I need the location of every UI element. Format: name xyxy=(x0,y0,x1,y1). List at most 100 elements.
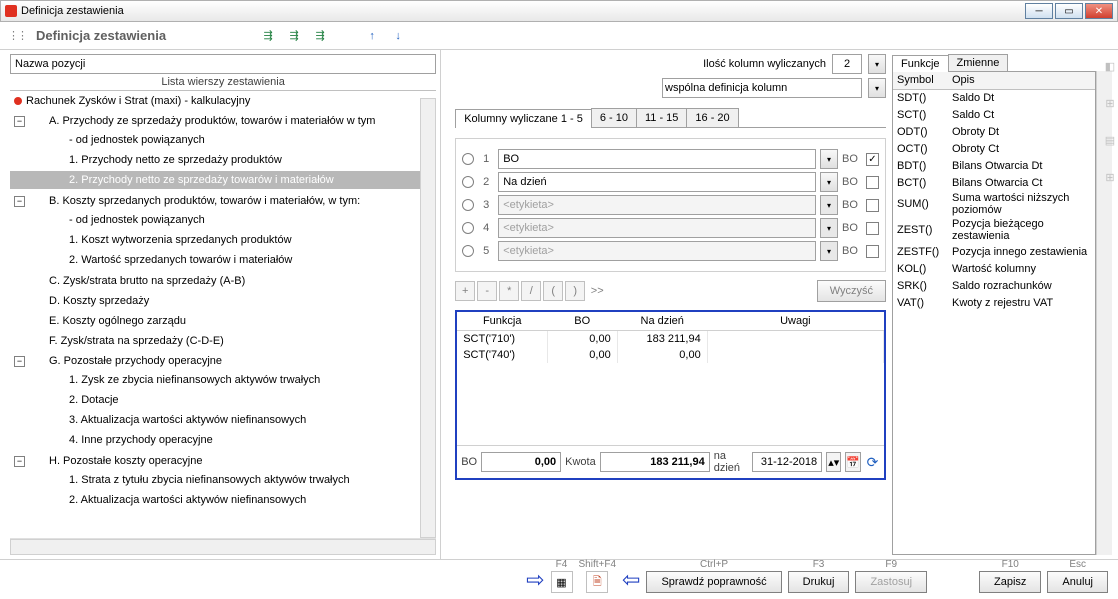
tree-node-d[interactable]: D. Koszty sprzedaży xyxy=(49,295,149,307)
tree-root[interactable]: Rachunek Zysków i Strat (maxi) - kalkula… xyxy=(26,95,250,107)
chevron-down-icon[interactable]: ▾ xyxy=(820,172,838,192)
sidebar-icon[interactable]: ⊞ xyxy=(1105,97,1114,110)
column-radio-4 xyxy=(462,222,474,234)
function-row[interactable]: SCT()Saldo Ct xyxy=(893,106,1095,123)
arrow-up-icon[interactable]: ↑ xyxy=(362,26,382,46)
op-shift[interactable]: >> xyxy=(587,281,607,301)
tree-leaf[interactable]: 1. Koszt wytworzenia sprzedanych produkt… xyxy=(69,234,292,246)
list-header: Lista wierszy zestawienia xyxy=(10,74,436,91)
tree-node-c[interactable]: C. Zysk/strata brutto na sprzedaży (A-B) xyxy=(49,275,245,287)
tree-icon-2[interactable]: ⇶ xyxy=(284,26,304,46)
tab-funkcje[interactable]: Funkcje xyxy=(892,55,949,72)
refresh-icon[interactable]: ⟳ xyxy=(865,453,880,471)
tree-leaf[interactable]: 1. Przychody netto ze sprzedaży produktó… xyxy=(69,154,282,166)
tree-view[interactable]: Rachunek Zysków i Strat (maxi) - kalkula… xyxy=(10,91,436,539)
clear-button[interactable]: Wyczyść xyxy=(817,280,886,302)
tree-node-e[interactable]: E. Koszty ogólnego zarządu xyxy=(49,315,186,327)
tree-icon-3[interactable]: ⇶ xyxy=(310,26,330,46)
calendar-icon[interactable]: 📅 xyxy=(845,452,861,472)
function-row[interactable]: BCT()Bilans Otwarcia Ct xyxy=(893,174,1095,191)
function-row[interactable]: ODT()Obroty Dt xyxy=(893,123,1095,140)
close-button[interactable]: ✕ xyxy=(1085,3,1113,19)
date-stepper[interactable]: ▴▾ xyxy=(826,452,841,472)
tree-node-h[interactable]: H. Pozostałe koszty operacyjne xyxy=(29,455,202,467)
tab-zmienne[interactable]: Zmienne xyxy=(948,54,1009,71)
collapse-icon[interactable]: − xyxy=(14,456,25,467)
column-label-input[interactable] xyxy=(498,172,816,192)
tree-leaf[interactable]: - od jednostek powiązanych xyxy=(69,214,205,226)
tab-cols-11-15[interactable]: 11 - 15 xyxy=(636,108,687,127)
function-row[interactable]: VAT()Kwoty z rejestru VAT xyxy=(893,294,1095,311)
calculator-icon[interactable]: ▦ xyxy=(551,571,573,593)
column-label-input[interactable] xyxy=(498,149,816,169)
column-count-input[interactable] xyxy=(832,54,862,74)
tree-node-f[interactable]: F. Zysk/strata na sprzedaży (C-D-E) xyxy=(49,335,224,347)
date-input[interactable] xyxy=(752,452,822,472)
maximize-button[interactable]: ▭ xyxy=(1055,3,1083,19)
formula-grid[interactable]: Funkcja BO Na dzień Uwagi SCT('710') 0,0… xyxy=(457,312,884,445)
position-name-input[interactable] xyxy=(10,54,436,74)
validate-button[interactable]: Sprawdź poprawność xyxy=(646,571,781,593)
chevron-down-icon[interactable]: ▾ xyxy=(868,78,886,98)
print-button[interactable]: Drukuj xyxy=(788,571,850,593)
op-rparen[interactable]: ) xyxy=(565,281,585,301)
tree-node-a[interactable]: A. Przychody ze sprzedaży produktów, tow… xyxy=(29,115,375,127)
tree-leaf[interactable]: 2. Aktualizacja wartości aktywów niefina… xyxy=(69,494,306,506)
tree-icon-1[interactable]: ⇶ xyxy=(258,26,278,46)
arrow-down-icon[interactable]: ↓ xyxy=(388,26,408,46)
minimize-button[interactable]: ─ xyxy=(1025,3,1053,19)
left-pane: Lista wierszy zestawienia Rachunek Zyskó… xyxy=(0,50,441,559)
collapse-icon[interactable]: − xyxy=(14,116,25,127)
function-row[interactable]: OCT()Obroty Ct xyxy=(893,140,1095,157)
function-row[interactable]: SUM()Suma wartości niższych poziomów xyxy=(893,191,1095,217)
grid-row[interactable]: SCT('710') 0,00 183 211,94 xyxy=(457,331,883,348)
tree-node-b[interactable]: B. Koszty sprzedanych produktów, towarów… xyxy=(29,195,360,207)
function-row[interactable]: BDT()Bilans Otwarcia Dt xyxy=(893,157,1095,174)
tree-leaf[interactable]: 3. Aktualizacja wartości aktywów niefina… xyxy=(69,414,306,426)
cancel-button[interactable]: Anuluj xyxy=(1047,571,1108,593)
tree-leaf[interactable]: 4. Inne przychody operacyjne xyxy=(69,434,213,446)
op-minus[interactable]: - xyxy=(477,281,497,301)
bo-sum-input[interactable] xyxy=(481,452,561,472)
column-radio-1[interactable] xyxy=(462,153,474,165)
op-mul[interactable]: * xyxy=(499,281,519,301)
op-plus[interactable]: + xyxy=(455,281,475,301)
grid-header-nadzien: Na dzień xyxy=(617,312,707,331)
function-row[interactable]: KOL()Wartość kolumny xyxy=(893,260,1095,277)
chevron-down-icon[interactable]: ▾ xyxy=(820,149,838,169)
tree-node-g[interactable]: G. Pozostałe przychody operacyjne xyxy=(29,355,222,367)
grid-row[interactable]: SCT('740') 0,00 0,00 xyxy=(457,347,883,363)
bo-checkbox[interactable]: ✓ xyxy=(866,153,879,166)
functions-list[interactable]: Symbol Opis SDT()Saldo DtSCT()Saldo CtOD… xyxy=(892,71,1096,555)
tab-cols-6-10[interactable]: 6 - 10 xyxy=(591,108,637,127)
save-button[interactable]: Zapisz xyxy=(979,571,1041,593)
horizontal-scrollbar[interactable] xyxy=(10,539,436,555)
sidebar-icon[interactable]: ▤ xyxy=(1105,134,1115,147)
tab-cols-16-20[interactable]: 16 - 20 xyxy=(686,108,738,127)
vertical-scrollbar[interactable] xyxy=(420,98,436,538)
document-icon[interactable]: 🗎 xyxy=(586,571,608,593)
kwota-input[interactable] xyxy=(600,452,710,472)
chevron-down-icon[interactable]: ▾ xyxy=(868,54,886,74)
tree-leaf[interactable]: 1. Zysk ze zbycia niefinansowych aktywów… xyxy=(69,374,320,386)
op-div[interactable]: / xyxy=(521,281,541,301)
tree-leaf[interactable]: 2. Dotacje xyxy=(69,394,119,406)
function-row[interactable]: ZESTF()Pozycja innego zestawienia xyxy=(893,243,1095,260)
function-row[interactable]: SRK()Saldo rozrachunków xyxy=(893,277,1095,294)
collapse-icon[interactable]: − xyxy=(14,356,25,367)
column-definition-select[interactable] xyxy=(662,78,862,98)
function-row[interactable]: SDT()Saldo Dt xyxy=(893,89,1095,106)
sidebar-icon[interactable]: ◧ xyxy=(1105,60,1115,73)
tab-cols-1-5[interactable]: Kolumny wyliczane 1 - 5 xyxy=(455,109,592,128)
tree-leaf-selected[interactable]: 2. Przychody netto ze sprzedaży towarów … xyxy=(69,174,334,186)
tree-leaf[interactable]: - od jednostek powiązanych xyxy=(69,134,205,146)
bo-checkbox[interactable] xyxy=(866,176,879,189)
tree-leaf[interactable]: 1. Strata z tytułu zbycia niefinansowych… xyxy=(69,474,350,486)
sidebar-icon[interactable]: ⊞ xyxy=(1105,171,1114,184)
collapse-icon[interactable]: − xyxy=(14,196,25,207)
function-row[interactable]: ZEST()Pozycja bieżącego zestawienia xyxy=(893,217,1095,243)
op-lparen[interactable]: ( xyxy=(543,281,563,301)
tree-leaf[interactable]: 2. Wartość sprzedanych towarów i materia… xyxy=(69,254,292,266)
column-radio-2[interactable] xyxy=(462,176,474,188)
grid-header-bo: BO xyxy=(547,312,617,331)
